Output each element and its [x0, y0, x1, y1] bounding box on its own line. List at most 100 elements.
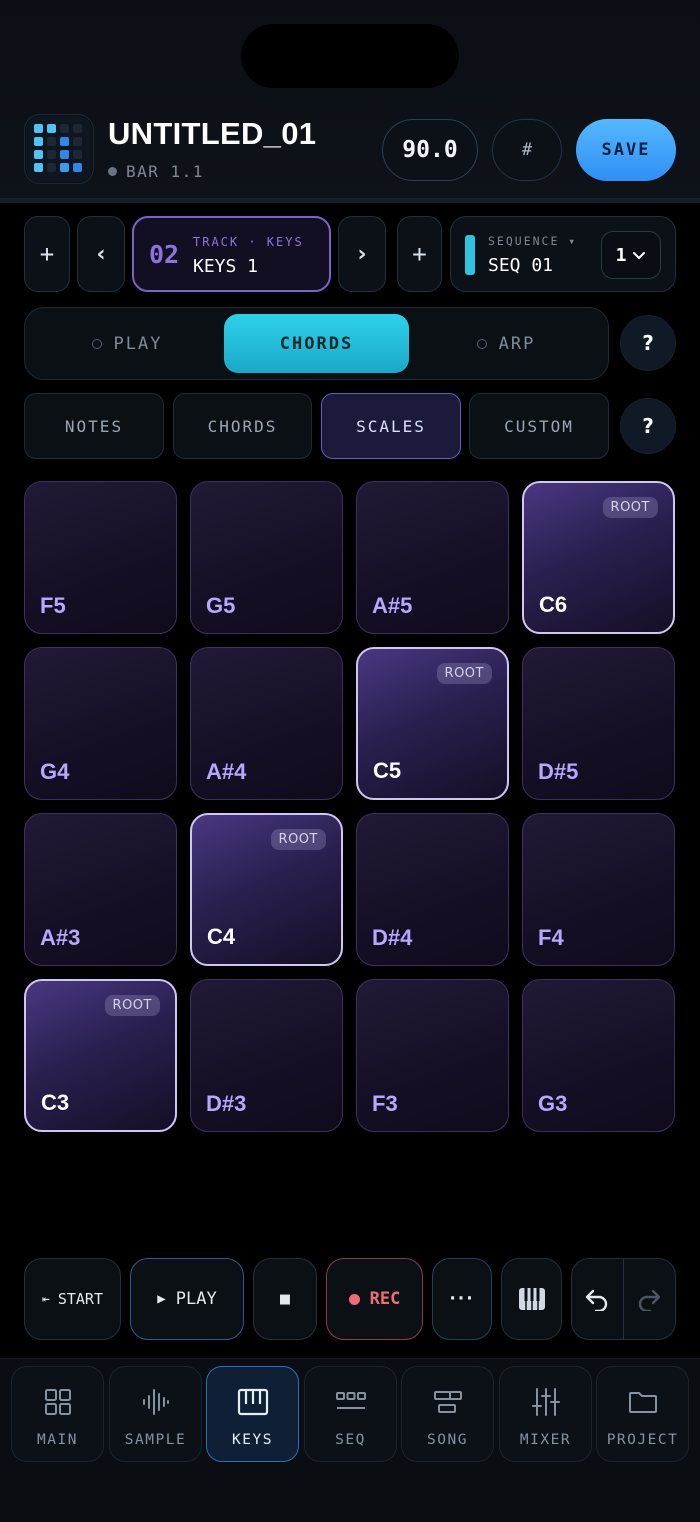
pad-note-label: G5: [206, 593, 236, 618]
undo-icon: [586, 1289, 608, 1311]
nav-keys[interactable]: KEYS: [206, 1366, 299, 1462]
tab-chords[interactable]: CHORDS: [173, 393, 312, 459]
logo-cell: [34, 124, 43, 133]
nav-label: PROJECT: [606, 1432, 679, 1448]
nav-seq[interactable]: SEQ: [304, 1366, 397, 1462]
nav-song[interactable]: SONG: [401, 1366, 494, 1462]
pad-c3[interactable]: ROOT C3: [24, 979, 177, 1132]
logo-cell: [60, 124, 69, 133]
nav-main[interactable]: MAIN: [11, 1366, 104, 1462]
pad-g3[interactable]: G3: [522, 979, 675, 1132]
redo-button[interactable]: [624, 1259, 676, 1339]
pad-note-label: A#3: [40, 925, 81, 950]
mode-chords[interactable]: CHORDS: [224, 314, 409, 373]
pad-f3[interactable]: F3: [356, 979, 509, 1132]
pad-asharp3[interactable]: A#3: [24, 813, 177, 966]
logo-cell: [60, 163, 69, 172]
sequence-name: SEQ 01: [488, 255, 554, 276]
piano-icon: [237, 1387, 269, 1417]
pad-c5[interactable]: ROOT C5: [356, 647, 509, 800]
nav-mixer[interactable]: MIXER: [499, 1366, 592, 1462]
mode-arp[interactable]: ARP: [410, 314, 602, 373]
tab-custom[interactable]: CUSTOM: [469, 393, 609, 459]
app-logo-icon: [24, 114, 94, 184]
stop-button[interactable]: ■: [253, 1258, 317, 1340]
pad-note-label: C5: [373, 758, 402, 783]
pad-asharp5[interactable]: A#5: [356, 481, 509, 634]
mode-arp-label: ARP: [498, 333, 536, 354]
sequencer-icon: [335, 1387, 367, 1417]
pad-note-label: A#5: [372, 593, 413, 618]
chevron-down-icon: [633, 252, 646, 260]
keyboard-button[interactable]: [501, 1258, 562, 1340]
pad-c4[interactable]: ROOT C4: [190, 813, 343, 966]
root-badge: ROOT: [270, 829, 326, 850]
pad-note-label: A#4: [206, 759, 247, 784]
nav-label: MIXER: [519, 1432, 572, 1448]
layout-help-button[interactable]: ?: [620, 398, 676, 454]
logo-cell: [73, 137, 82, 146]
logo-cell: [47, 124, 56, 133]
pad-g5[interactable]: G5: [190, 481, 343, 634]
record-button[interactable]: REC: [326, 1258, 423, 1340]
logo-cell: [73, 163, 82, 172]
logo-cell: [60, 137, 69, 146]
more-options-button[interactable]: ···: [432, 1258, 492, 1340]
logo-cell: [47, 163, 56, 172]
next-track-button[interactable]: ›: [338, 216, 386, 292]
pad-f4[interactable]: F4: [522, 813, 675, 966]
pad-f5[interactable]: F5: [24, 481, 177, 634]
pad-c6[interactable]: ROOT C6: [522, 481, 675, 634]
add-track-button[interactable]: +: [24, 216, 70, 292]
sequence-selector[interactable]: SEQUENCE ▾ SEQ 01 1: [450, 216, 676, 292]
prev-track-button[interactable]: ‹: [77, 216, 125, 292]
skip-back-icon: ⇤: [42, 1291, 50, 1307]
sequence-number-dropdown[interactable]: 1: [601, 231, 661, 279]
key-signature-button[interactable]: #: [492, 119, 562, 181]
nav-sample[interactable]: SAMPLE: [109, 1366, 202, 1462]
pad-dsharp3[interactable]: D#3: [190, 979, 343, 1132]
nav-project[interactable]: PROJECT: [596, 1366, 689, 1462]
arrangement-icon: [433, 1387, 463, 1417]
pad-dsharp4[interactable]: D#4: [356, 813, 509, 966]
pad-dsharp5[interactable]: D#5: [522, 647, 675, 800]
project-title: UNTITLED_01: [108, 116, 317, 151]
sequence-number: 1: [615, 244, 627, 266]
pad-note-label: C4: [207, 924, 236, 949]
save-button[interactable]: SAVE: [576, 119, 676, 181]
return-to-start-button[interactable]: ⇤ START: [24, 1258, 121, 1340]
root-badge: ROOT: [436, 663, 492, 684]
tab-notes[interactable]: NOTES: [24, 393, 164, 459]
camera-notch: [241, 24, 459, 88]
pad-note-label: D#5: [538, 759, 579, 784]
pad-note-label: D#4: [372, 925, 413, 950]
pad-asharp4[interactable]: A#4: [190, 647, 343, 800]
grid-icon: [44, 1387, 72, 1417]
position-text: BAR 1.1: [126, 162, 204, 181]
pad-note-label: C6: [539, 592, 568, 617]
logo-cell: [47, 137, 56, 146]
play-label: PLAY: [175, 1289, 217, 1309]
logo-cell: [47, 150, 56, 159]
undo-redo-group: [571, 1258, 676, 1340]
pad-note-label: G4: [40, 759, 70, 784]
tab-scales[interactable]: SCALES: [321, 393, 461, 459]
radio-icon: [476, 338, 487, 349]
mode-help-button[interactable]: ?: [620, 315, 676, 371]
mode-play[interactable]: PLAY: [31, 314, 223, 373]
pad-note-label: D#3: [206, 1091, 247, 1116]
add-track-right-button[interactable]: +: [397, 216, 442, 292]
mode-play-label: PLAY: [113, 333, 163, 354]
play-button[interactable]: ▶ PLAY: [130, 1258, 244, 1340]
header-divider: [0, 198, 700, 203]
track-selector[interactable]: 02 TRACK · KEYS KEYS 1: [132, 216, 331, 292]
waveform-icon: [141, 1387, 171, 1417]
logo-cell: [34, 137, 43, 146]
folder-icon: [628, 1387, 658, 1417]
rec-label: REC: [369, 1289, 401, 1309]
pad-g4[interactable]: G4: [24, 647, 177, 800]
start-label: START: [57, 1290, 103, 1308]
undo-button[interactable]: [572, 1259, 624, 1339]
bpm-button[interactable]: 90.0: [382, 119, 478, 181]
root-badge: ROOT: [104, 995, 160, 1016]
